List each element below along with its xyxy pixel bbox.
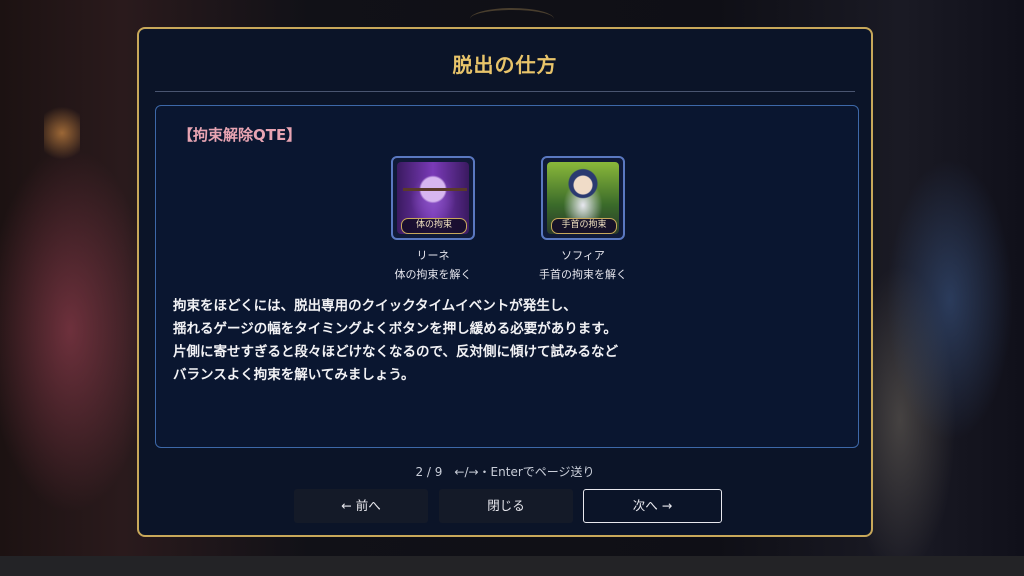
prev-button[interactable]: ← 前へ xyxy=(294,489,428,523)
description-line: 揺れるゲージの幅をタイミングよくボタンを押し緩める必要があります。 xyxy=(173,321,617,337)
title-divider xyxy=(155,91,855,92)
content-box: 【拘束解除QTE】 体の拘束 リーネ 体の拘束を解く 手首の拘束 ソフィア 手首… xyxy=(155,105,859,448)
help-dialog: 脱出の仕方 【拘束解除QTE】 体の拘束 リーネ 体の拘束を解く 手首の拘束 ソ… xyxy=(137,27,873,537)
description-line: バランスよく拘束を解いてみましょう。 xyxy=(173,367,415,383)
card-label: 手首の拘束 xyxy=(551,218,617,234)
character-name: ソフィア xyxy=(561,249,605,262)
section-heading: 【拘束解除QTE】 xyxy=(178,126,302,144)
description-line: 拘束をほどくには、脱出専用のクイックタイムイベントが発生し、 xyxy=(173,298,577,314)
bottom-strip xyxy=(0,556,1024,576)
next-button[interactable]: 次へ → xyxy=(583,489,722,523)
card-label: 体の拘束 xyxy=(401,218,467,234)
character-action: 体の拘束を解く xyxy=(394,268,472,281)
description-line: 片側に寄せすぎると段々ほどけなくなるので、反対側に傾けて試みるなど xyxy=(173,344,618,360)
lantern-light xyxy=(44,100,80,160)
page-indicator: 2 / 9 ←/→・Enterでページ送り xyxy=(415,465,595,479)
close-button[interactable]: 閉じる xyxy=(439,489,573,523)
dialog-title: 脱出の仕方 xyxy=(452,53,558,77)
rine-restraint-card: 体の拘束 xyxy=(391,156,475,240)
restraint-bar xyxy=(403,188,467,191)
sofia-restraint-card: 手首の拘束 xyxy=(541,156,625,240)
character-action: 手首の拘束を解く xyxy=(539,268,627,281)
character-name: リーネ xyxy=(416,249,450,262)
